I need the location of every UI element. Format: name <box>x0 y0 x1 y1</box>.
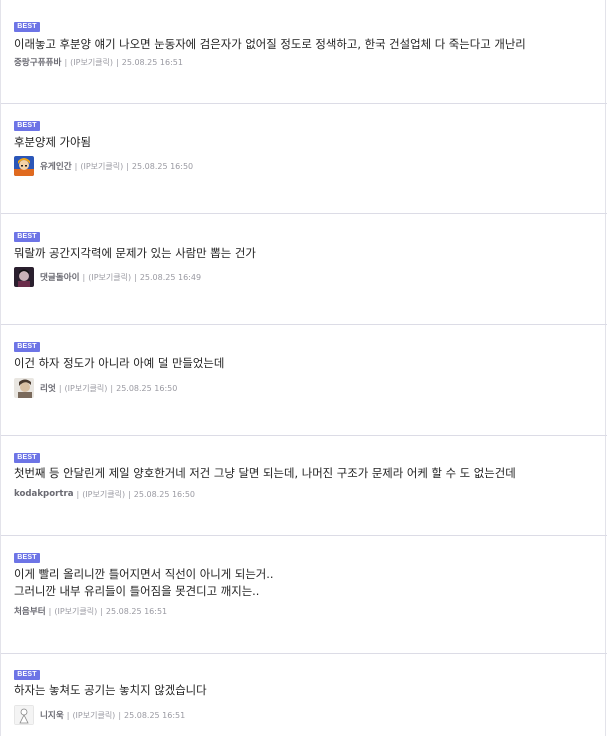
comment-text: 첫번째 등 안달린게 제일 양호한거네 저건 그냥 달면 되는데, 나머진 구조… <box>14 465 601 482</box>
anime-character-avatar-icon <box>14 156 34 176</box>
meta-separator: | <box>74 161 78 171</box>
best-comment: BEST 이건 하자 정도가 아니라 아예 덜 만들었는데 리엇 | (IP보기… <box>1 325 607 436</box>
author-nickname[interactable]: 댓글돌아이 <box>40 271 80 283</box>
comment-text-line: 그러니깐 내부 유리들이 틀어짐을 못견디고 깨지는.. <box>14 584 260 598</box>
comment-text-line: 이래놓고 후분양 얘기 나오면 눈동자에 검은자가 없어질 정도로 정색하고, … <box>14 37 526 51</box>
ip-view-link[interactable]: (IP보기클릭) <box>70 57 113 68</box>
comment-text: 이게 빨리 올리니깐 틀어지면서 직선이 아니게 되는거.. 그러니깐 내부 유… <box>14 566 601 600</box>
best-badge: BEST <box>14 453 40 463</box>
comment-text-line: 이건 하자 정도가 아니라 아예 덜 만들었는데 <box>14 356 225 370</box>
best-comment: BEST 첫번째 등 안달린게 제일 양호한거네 저건 그냥 달면 되는데, 나… <box>1 436 607 536</box>
author-nickname[interactable]: 니지욱 <box>40 709 64 721</box>
comment-timestamp: 25.08.25 16:50 <box>131 161 194 171</box>
comment-text: 후분양제 가야됨 <box>14 134 601 151</box>
comment-text: 뭐랄까 공간지각력에 문제가 있는 사람만 뽑는 건가 <box>14 245 601 262</box>
author-nickname[interactable]: kodakportra <box>14 489 74 499</box>
comment-text-line: 하자는 놓쳐도 공기는 놓치지 않겠습니다 <box>14 683 207 697</box>
best-badge: BEST <box>14 553 40 563</box>
author-nickname[interactable]: 유게인간 <box>40 160 72 172</box>
avatar[interactable] <box>14 378 34 398</box>
meta-separator: | <box>48 606 52 616</box>
meta-separator: | <box>66 710 70 720</box>
author-nickname[interactable]: 중랑구퓨퓨바 <box>14 56 61 68</box>
meta-separator: | <box>58 383 62 393</box>
comment-timestamp: 25.08.25 16:49 <box>139 272 202 282</box>
meta-separator: | <box>116 57 119 67</box>
comment-text: 하자는 놓쳐도 공기는 놓치지 않겠습니다 <box>14 682 601 699</box>
comment-meta: 댓글돌아이 | (IP보기클릭) | 25.08.25 16:49 <box>14 267 201 287</box>
ip-view-link[interactable]: (IP보기클릭) <box>88 272 131 283</box>
comment-text-line: 후분양제 가야됨 <box>14 135 91 149</box>
meta-separator: | <box>128 489 131 499</box>
best-badge: BEST <box>14 342 40 352</box>
best-comment: BEST 하자는 놓쳐도 공기는 놓치지 않겠습니다 니지욱 | (IP보기클릭… <box>1 654 607 736</box>
best-comment: BEST 이게 빨리 올리니깐 틀어지면서 직선이 아니게 되는거.. 그러니깐… <box>1 536 607 654</box>
comment-meta: 니지욱 | (IP보기클릭) | 25.08.25 16:51 <box>14 705 185 725</box>
comment-timestamp: 25.08.25 16:51 <box>124 710 186 720</box>
meta-separator: | <box>76 489 80 499</box>
ip-view-link[interactable]: (IP보기클릭) <box>54 606 97 617</box>
meta-separator: | <box>100 606 103 616</box>
ip-view-link[interactable]: (IP보기클릭) <box>65 383 108 394</box>
meta-separator: | <box>134 272 137 282</box>
comment-meta: 리엇 | (IP보기클릭) | 25.08.25 16:50 <box>14 378 177 398</box>
ip-view-link[interactable]: (IP보기클릭) <box>80 161 123 172</box>
author-nickname[interactable]: 리엇 <box>40 382 56 394</box>
avatar[interactable] <box>14 156 34 176</box>
comment-timestamp: 25.08.25 16:51 <box>105 606 168 616</box>
best-comment: BEST 후분양제 가야됨 유게인간 | (IP보기클릭) | 25.08.25… <box>1 104 607 214</box>
comment-list: BEST 이래놓고 후분양 얘기 나오면 눈동자에 검은자가 없어질 정도로 정… <box>0 0 607 736</box>
meta-separator: | <box>64 57 68 67</box>
best-badge: BEST <box>14 121 40 131</box>
comment-timestamp: 25.08.25 16:50 <box>116 383 178 393</box>
comment-meta: kodakportra | (IP보기클릭) | 25.08.25 16:50 <box>14 484 195 504</box>
ip-view-link[interactable]: (IP보기클릭) <box>72 710 115 721</box>
meta-separator: | <box>126 161 129 171</box>
comment-text: 이건 하자 정도가 아니라 아예 덜 만들었는데 <box>14 355 601 372</box>
comment-meta: 중랑구퓨퓨바 | (IP보기클릭) | 25.08.25 16:51 <box>14 52 183 72</box>
best-comment: BEST 이래놓고 후분양 얘기 나오면 눈동자에 검은자가 없어질 정도로 정… <box>1 0 607 104</box>
author-nickname[interactable]: 처음부터 <box>14 605 46 617</box>
comment-text-line: 첫번째 등 안달린게 제일 양호한거네 저건 그냥 달면 되는데, 나머진 구조… <box>14 466 516 480</box>
meta-separator: | <box>82 272 86 282</box>
comment-text: 이래놓고 후분양 얘기 나오면 눈동자에 검은자가 없어질 정도로 정색하고, … <box>14 36 601 53</box>
ip-view-link[interactable]: (IP보기클릭) <box>82 489 125 500</box>
comment-timestamp: 25.08.25 16:50 <box>133 489 196 499</box>
avatar[interactable] <box>14 705 34 725</box>
meta-separator: | <box>110 383 114 393</box>
white-figure-avatar-icon <box>14 705 34 725</box>
sketch-portrait-avatar-icon <box>14 378 34 398</box>
avatar[interactable] <box>14 267 34 287</box>
comment-meta: 처음부터 | (IP보기클릭) | 25.08.25 16:51 <box>14 601 167 621</box>
best-comment: BEST 뭐랄까 공간지각력에 문제가 있는 사람만 뽑는 건가 댓글돌아이 |… <box>1 214 607 325</box>
best-badge: BEST <box>14 22 40 32</box>
comment-text-line: 뭐랄까 공간지각력에 문제가 있는 사람만 뽑는 건가 <box>14 246 256 260</box>
comment-text-line: 이게 빨리 올리니깐 틀어지면서 직선이 아니게 되는거.. <box>14 567 274 581</box>
meta-separator: | <box>118 710 122 720</box>
dark-portrait-avatar-icon <box>14 267 34 287</box>
comment-meta: 유게인간 | (IP보기클릭) | 25.08.25 16:50 <box>14 156 193 176</box>
best-badge: BEST <box>14 670 40 680</box>
best-badge: BEST <box>14 232 40 242</box>
comment-timestamp: 25.08.25 16:51 <box>121 57 183 67</box>
